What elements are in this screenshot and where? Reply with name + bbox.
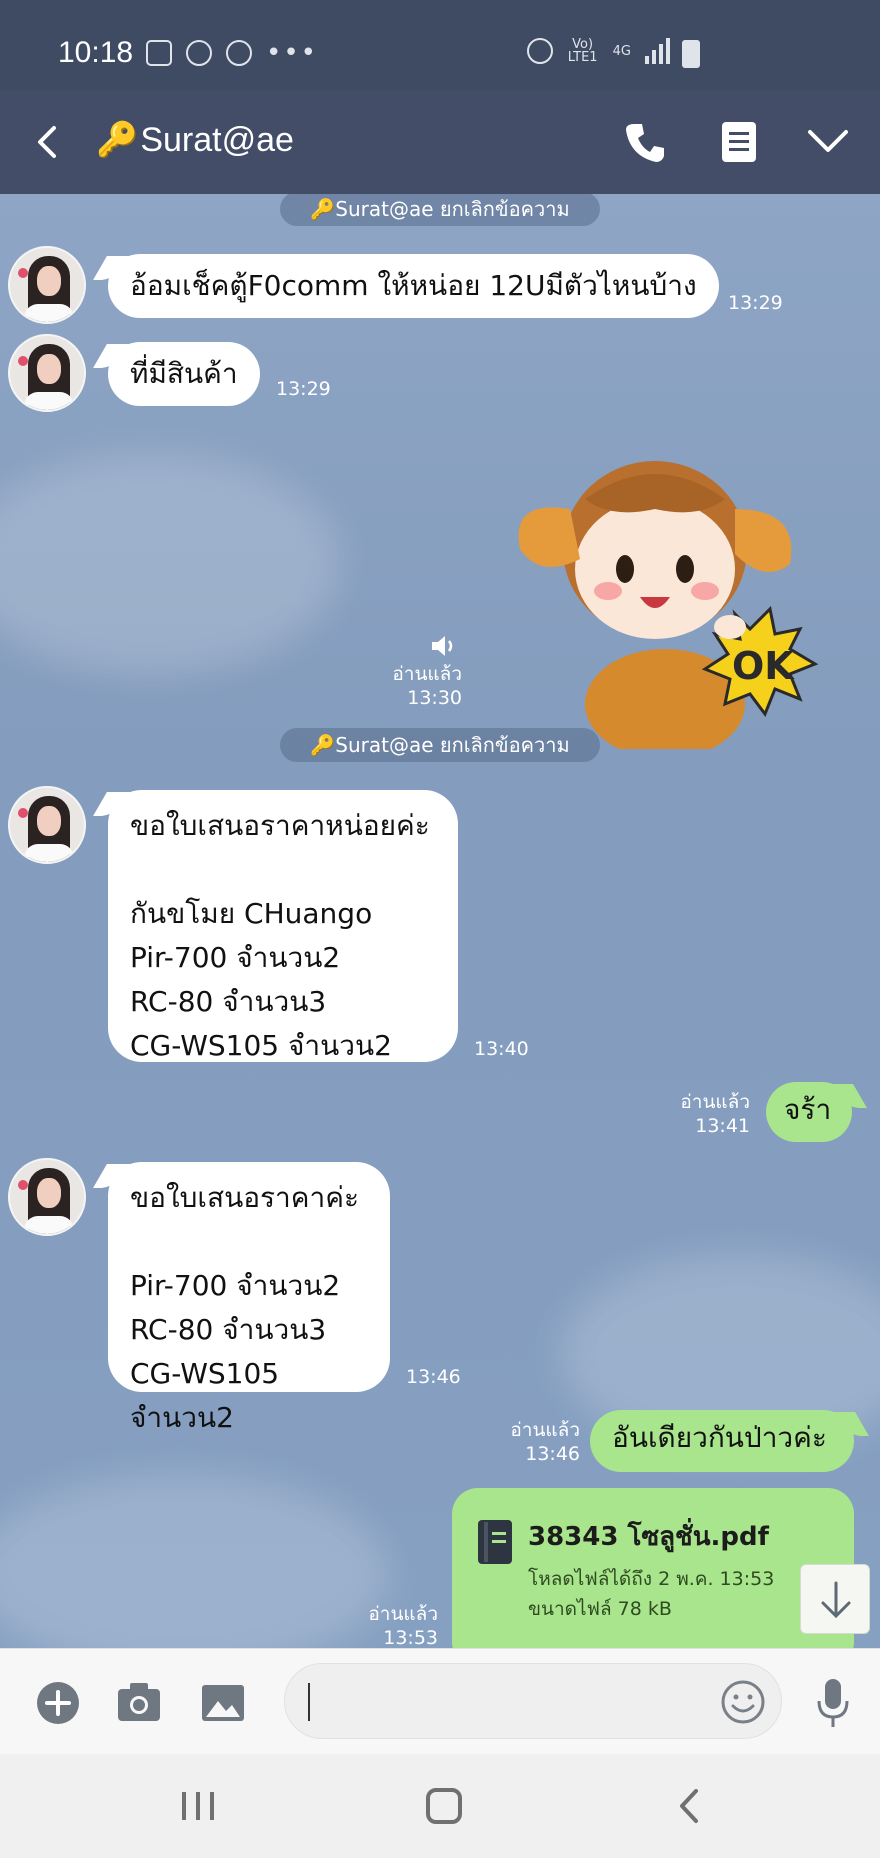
message-time: 13:40: [474, 1038, 529, 1060]
message-bubble[interactable]: อันเดียวกันป่าวค่ะ: [590, 1410, 854, 1472]
file-message[interactable]: 38343 โซลูชั่น.pdf โหลดไฟล์ได้ถึง 2 พ.ค.…: [452, 1488, 854, 1648]
system-nav-bar: [0, 1754, 880, 1858]
image-icon[interactable]: [200, 1683, 246, 1723]
network-type-label: 4G: [612, 43, 631, 59]
read-receipt: อ่านแล้ว 13:46: [510, 1419, 580, 1465]
mic-icon[interactable]: [816, 1677, 850, 1729]
status-time: 10:18: [58, 36, 134, 69]
emoji-icon[interactable]: [720, 1679, 766, 1725]
message-bubble[interactable]: ที่มีสินค้า: [108, 342, 260, 406]
chat-title: 🔑 Surat@ae: [96, 120, 294, 160]
message-time: 13:29: [276, 378, 331, 400]
plus-icon[interactable]: [36, 1681, 80, 1725]
contact-name: Surat@ae: [140, 120, 294, 159]
ok-sticker[interactable]: OK: [500, 439, 845, 749]
message-input[interactable]: [284, 1663, 782, 1739]
alarm-icon: [526, 38, 553, 64]
home-icon[interactable]: [426, 1788, 462, 1824]
recent-apps-icon[interactable]: [180, 1790, 216, 1822]
background-cloud: [0, 1474, 390, 1648]
avatar[interactable]: [8, 786, 86, 864]
notes-icon[interactable]: [720, 120, 758, 164]
background-cloud: [0, 454, 340, 674]
more-notifications-icon: •••: [266, 38, 319, 68]
message-time: 13:46: [406, 1366, 461, 1388]
read-receipt: อ่านแล้ว 13:41: [680, 1091, 750, 1137]
system-icons: Vo) LTE1 4G: [526, 37, 670, 65]
download-icon: [821, 1581, 851, 1619]
line-app-icon: [226, 40, 252, 66]
read-receipt: อ่านแล้ว 13:53: [368, 1603, 438, 1648]
signal-icon: [645, 38, 670, 64]
battery-icon: [682, 40, 700, 68]
back-icon[interactable]: [28, 122, 68, 162]
message-bubble[interactable]: ขอใบเสนอราคาหน่อยค่ะ กันขโมย CHuango Pir…: [108, 790, 458, 1062]
chat-header: 🔑 Surat@ae: [0, 90, 880, 194]
unsend-notice: 🔑Surat@ae ยกเลิกข้อความ: [280, 194, 600, 226]
file-meta: โหลดไฟล์ได้ถึง 2 พ.ค. 13:53 ขนาดไฟล์ 78 …: [528, 1568, 775, 1620]
message-bubble[interactable]: อ้อมเช็คตู้F0comm ให้หน่อย 12Uมีตัวไหนบ้…: [108, 254, 719, 318]
file-name: 38343 โซลูชั่น.pdf: [528, 1522, 769, 1552]
sticker-text: OK: [732, 644, 795, 688]
unsend-notice: 🔑Surat@ae ยกเลิกข้อความ: [280, 728, 600, 762]
speaker-icon[interactable]: [430, 634, 458, 658]
notification-icons: •••: [146, 38, 318, 68]
message-time: 13:29: [728, 292, 783, 314]
avatar[interactable]: [8, 334, 86, 412]
gift-icon: [146, 40, 172, 66]
nav-back-icon[interactable]: [674, 1788, 704, 1824]
status-bar: 10:18 ••• Vo) LTE1 4G: [0, 0, 880, 90]
message-bubble[interactable]: จร้า: [766, 1082, 852, 1142]
chevron-down-icon[interactable]: [806, 124, 850, 160]
avatar[interactable]: [8, 1158, 86, 1236]
call-icon[interactable]: [624, 120, 668, 164]
victory-hand-icon: [186, 40, 212, 66]
message-input-bar: [0, 1648, 880, 1754]
network-label: Vo) LTE1: [567, 37, 598, 65]
text-caret: [308, 1683, 310, 1721]
camera-icon[interactable]: [116, 1681, 162, 1723]
read-receipt: อ่านแล้ว 13:30: [392, 663, 462, 709]
download-button[interactable]: [800, 1564, 870, 1634]
chat-area[interactable]: 🔑Surat@ae ยกเลิกข้อความ อ้อมเช็คตู้F0com…: [0, 194, 880, 1648]
key-icon: 🔑: [96, 121, 139, 159]
file-icon: [478, 1520, 512, 1564]
message-bubble[interactable]: ขอใบเสนอราคาค่ะ Pir-700 จำนวน2 RC-80 จำน…: [108, 1162, 390, 1434]
avatar[interactable]: [8, 246, 86, 324]
